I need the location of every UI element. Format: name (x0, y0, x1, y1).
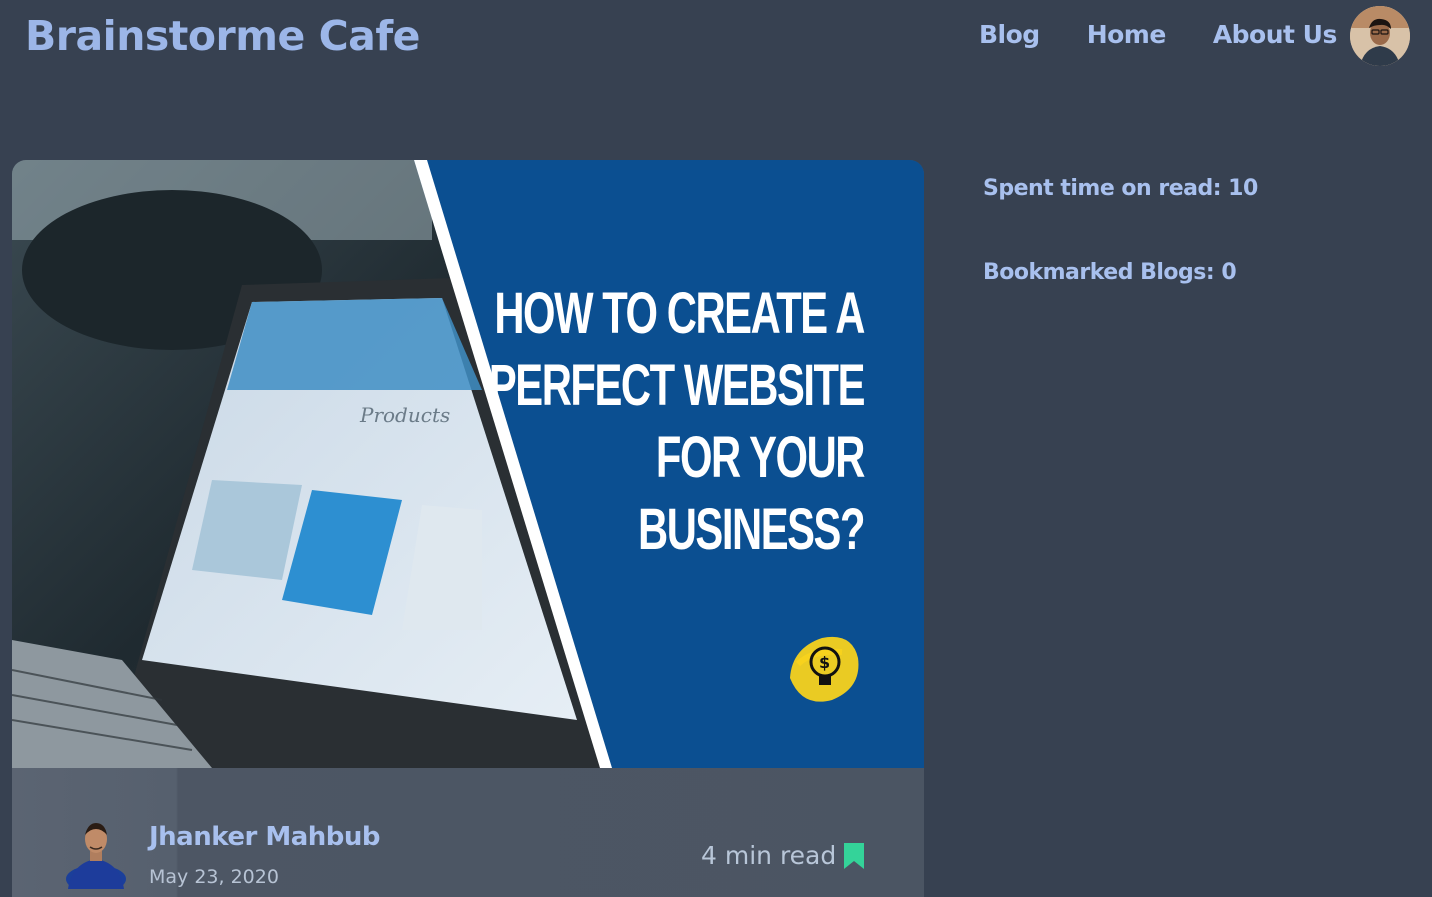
author-name[interactable]: Jhanker Mahbub (149, 822, 381, 852)
author-avatar[interactable] (64, 815, 128, 889)
blog-meta-bar: Jhanker Mahbub May 23, 2020 4 min read (12, 768, 924, 897)
spent-time-counter: Spent time on read: 10 (983, 176, 1258, 201)
screen-products-text: Products (359, 403, 450, 427)
brand-logo-text[interactable]: Brainstorme Cafe (25, 12, 420, 60)
top-navbar: Brainstorme Cafe Blog Home About Us (0, 0, 1432, 80)
lightbulb-dollar-icon: $ (790, 636, 859, 702)
blog-cover-image: Products HOW TO CREATE A PERFECT WEBSITE… (12, 160, 924, 768)
bookmarked-blogs-counter: Bookmarked Blogs: 0 (983, 260, 1237, 285)
read-time: 4 min read (701, 841, 837, 870)
svg-text:$: $ (819, 653, 830, 672)
blog-card[interactable]: Products HOW TO CREATE A PERFECT WEBSITE… (12, 160, 924, 897)
bookmark-icon[interactable] (842, 841, 866, 871)
nav-link-blog[interactable]: Blog (979, 20, 1040, 49)
cover-headline: HOW TO CREATE A PERFECT WEBSITE FOR YOUR… (488, 281, 866, 562)
publish-date: May 23, 2020 (149, 866, 279, 888)
user-avatar-icon (1350, 6, 1410, 66)
nav-link-home[interactable]: Home (1087, 20, 1167, 49)
profile-avatar[interactable] (1350, 6, 1410, 66)
main-nav: Blog Home About Us (979, 20, 1337, 49)
nav-link-about-us[interactable]: About Us (1213, 20, 1338, 49)
